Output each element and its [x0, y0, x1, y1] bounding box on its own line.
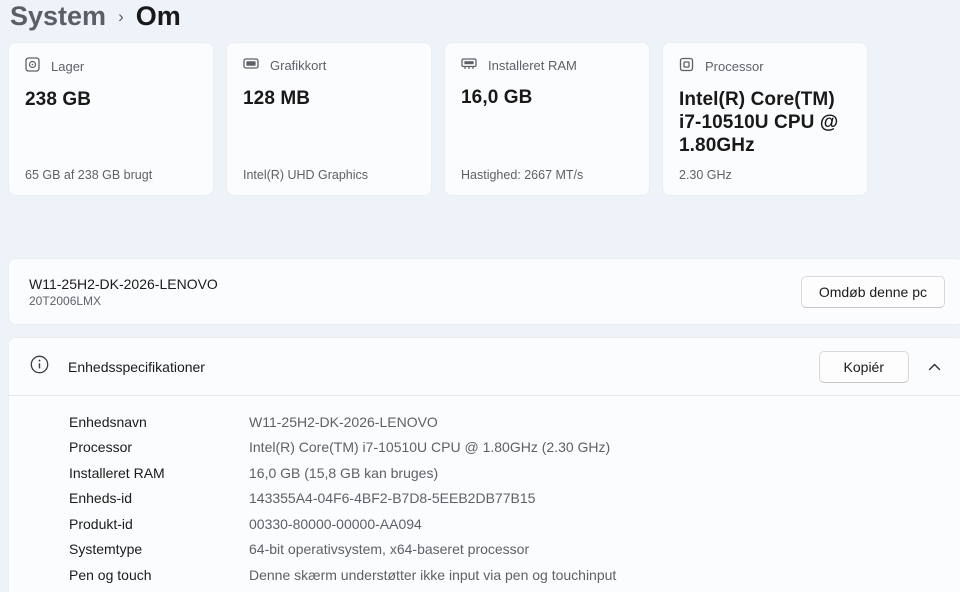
chevron-up-icon[interactable] [919, 352, 949, 382]
settings-about-page: { "breadcrumb": { "parent": "System", "s… [0, 0, 960, 592]
summary-cards: Lager 238 GB 65 GB af 238 GB brugt Grafi… [8, 42, 868, 196]
device-specs-title: Enhedsspecifikationer [68, 358, 205, 375]
card-ram-value: 16,0 GB [461, 87, 533, 108]
spec-label: Systemtype [69, 541, 143, 558]
device-name-block: W11-25H2-DK-2026-LENOVO 20T2006LMX [29, 276, 218, 308]
gpu-icon [243, 57, 259, 74]
card-storage-value: 238 GB [25, 89, 92, 110]
spec-value: 64-bit operativsystem, x64-baseret proce… [249, 541, 530, 558]
device-specs-table: Enhedsnavn W11-25H2-DK-2026-LENOVO Proce… [9, 396, 960, 588]
device-specs-card: Enhedsspecifikationer Kopiér Enhedsnavn … [8, 337, 960, 592]
spec-value: 143355A4-04F6-4BF2-B7D8-5EEB2DB77B15 [249, 490, 536, 507]
spec-row-system-type: Systemtype 64-bit operativsystem, x64-ba… [69, 537, 960, 563]
spec-label: Installeret RAM [69, 464, 165, 481]
card-processor-header: Processor [679, 57, 851, 75]
cpu-icon [679, 57, 694, 75]
spec-value: Denne skærm understøtter ikke input via … [249, 566, 617, 583]
card-graphics: Grafikkort 128 MB Intel(R) UHD Graphics [226, 42, 432, 196]
spec-label: Enheds-id [69, 490, 133, 507]
ram-icon [461, 57, 477, 73]
card-processor-label: Processor [705, 58, 764, 74]
card-ram-header: Installeret RAM [461, 57, 633, 73]
spec-label: Produkt-id [69, 515, 133, 532]
spec-label: Processor [69, 439, 133, 456]
card-storage-header: Lager [25, 57, 197, 75]
spec-value: Intel(R) Core(TM) i7-10510U CPU @ 1.80GH… [249, 439, 611, 456]
rename-pc-button[interactable]: Omdøb denne pc [800, 275, 945, 308]
spec-value: 16,0 GB (15,8 GB kan bruges) [249, 464, 439, 481]
storage-icon [25, 57, 40, 75]
breadcrumb: System › Om [10, 0, 181, 35]
card-graphics-footer: Intel(R) UHD Graphics [243, 168, 369, 182]
card-processor: Processor Intel(R) Core(TM) i7-10510U CP… [662, 42, 868, 196]
device-name: W11-25H2-DK-2026-LENOVO [29, 275, 218, 292]
spec-row-product-id: Produkt-id 00330-80000-00000-AA094 [69, 511, 960, 537]
spec-row-processor: Processor Intel(R) Core(TM) i7-10510U CP… [69, 435, 960, 461]
page-title: Om [135, 0, 181, 31]
card-graphics-value: 128 MB [243, 88, 311, 109]
card-graphics-label: Grafikkort [270, 58, 327, 73]
card-ram-label: Installeret RAM [488, 57, 577, 73]
device-name-card: W11-25H2-DK-2026-LENOVO 20T2006LMX Omdøb… [8, 258, 960, 325]
info-icon [30, 355, 49, 379]
spec-label: Pen og touch [69, 566, 152, 583]
card-storage-footer: 65 GB af 238 GB brugt [25, 168, 153, 182]
breadcrumb-system[interactable]: System [10, 0, 106, 34]
spec-row-pen-touch: Pen og touch Denne skærm understøtter ik… [69, 562, 960, 588]
spec-row-device-id: Enheds-id 143355A4-04F6-4BF2-B7D8-5EEB2D… [69, 486, 960, 512]
spec-row-ram: Installeret RAM 16,0 GB (15,8 GB kan bru… [69, 460, 960, 486]
spec-label: Enhedsnavn [69, 413, 147, 430]
card-storage-label: Lager [51, 58, 85, 74]
card-processor-footer: 2.30 GHz [679, 168, 732, 182]
card-ram: Installeret RAM 16,0 GB Hastighed: 2667 … [444, 42, 650, 196]
spec-value: W11-25H2-DK-2026-LENOVO [249, 413, 438, 430]
copy-button[interactable]: Kopiér [818, 350, 909, 383]
card-graphics-header: Grafikkort [243, 57, 415, 74]
device-model: 20T2006LMX [29, 293, 102, 308]
spec-row-device-name: Enhedsnavn W11-25H2-DK-2026-LENOVO [69, 409, 960, 435]
card-storage: Lager 238 GB 65 GB af 238 GB brugt [8, 42, 214, 196]
device-specs-expander[interactable]: Enhedsspecifikationer Kopiér [9, 338, 960, 396]
breadcrumb-chevron-icon: › [118, 7, 124, 26]
card-processor-value: Intel(R) Core(TM) i7-10510U CPU @ 1.80GH… [679, 89, 839, 156]
card-ram-footer: Hastighed: 2667 MT/s [461, 168, 584, 182]
spec-value: 00330-80000-00000-AA094 [249, 515, 422, 532]
